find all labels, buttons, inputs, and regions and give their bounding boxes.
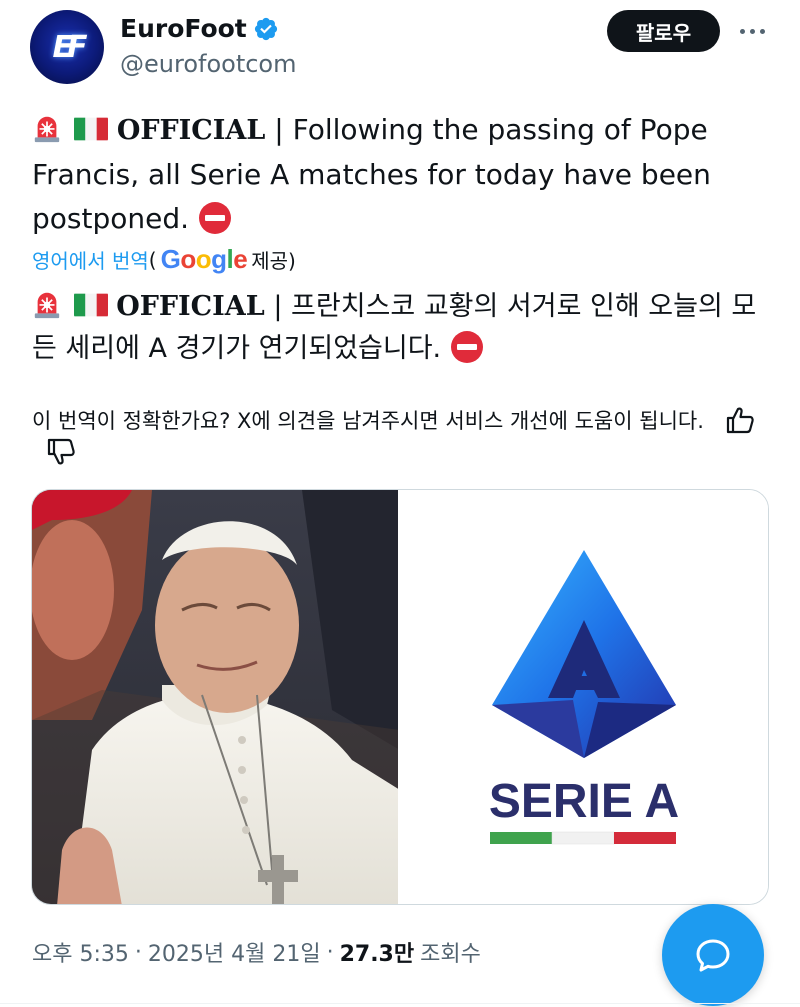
more-dots-icon[interactable] bbox=[732, 18, 772, 44]
display-name[interactable]: EuroFoot bbox=[120, 14, 247, 43]
views-count[interactable]: 27.3만 bbox=[340, 936, 415, 968]
italy-flag-icon bbox=[73, 293, 108, 317]
siren-icon bbox=[34, 116, 60, 143]
official-tag: OFFICIAL bbox=[116, 115, 266, 146]
avatar[interactable]: EF bbox=[30, 10, 104, 84]
provided-by-label: 제공) bbox=[251, 249, 296, 273]
date[interactable]: 2025년 4월 21일 bbox=[148, 936, 321, 968]
name-row: EuroFoot bbox=[120, 14, 279, 43]
avatar-logo: EF bbox=[52, 29, 88, 65]
separator: | bbox=[274, 113, 284, 146]
translation-attribution: 영어에서 번역 ( Google 제공) bbox=[32, 244, 296, 275]
pope-photo-illustration bbox=[32, 490, 398, 904]
divider bbox=[0, 1003, 800, 1004]
thumbs-down-icon[interactable] bbox=[46, 438, 76, 466]
tweet-header: EF EuroFoot @eurofootcom 팔로우 bbox=[30, 8, 775, 88]
tweet-meta: 오후 5:35 · 2025년 4월 21일 · 27.3만 조회수 bbox=[32, 936, 481, 968]
views-label: 조회수 bbox=[420, 942, 481, 967]
pope-photo bbox=[32, 490, 398, 904]
time[interactable]: 오후 5:35 bbox=[32, 936, 129, 968]
official-tag: OFFICIAL bbox=[116, 291, 265, 322]
reply-bubble-icon bbox=[696, 939, 730, 972]
translation-feedback: 이 번역이 정확한가요? X에 의견을 남겨주시면 서비스 개선에 도움이 됩니… bbox=[32, 405, 762, 469]
italy-flag-icon bbox=[73, 117, 108, 141]
tweet-text: OFFICIAL | Following the passing of Pope… bbox=[32, 108, 762, 241]
meta-dot: · bbox=[134, 939, 142, 965]
feedback-question: 이 번역이 정확한가요? X에 의견을 남겨주시면 서비스 개선에 도움이 됩니… bbox=[32, 409, 704, 433]
translated-from-link[interactable]: 영어에서 번역 bbox=[32, 245, 149, 274]
serie-a-logo: SERIE A bbox=[489, 550, 679, 845]
serie-a-logo-panel: SERIE A bbox=[398, 490, 768, 904]
separator: | bbox=[273, 291, 283, 322]
translated-text: OFFICIAL | 프란치스코 교황의 서거로 인해 오늘의 모든 세리에 A… bbox=[32, 286, 767, 370]
open-paren: ( bbox=[148, 247, 157, 272]
media-image[interactable]: SERIE A bbox=[31, 489, 769, 905]
siren-icon bbox=[34, 292, 60, 319]
no-entry-icon bbox=[450, 331, 483, 363]
compose-reply-button[interactable] bbox=[662, 904, 764, 1006]
google-logo: Google bbox=[160, 244, 248, 274]
meta-dot: · bbox=[326, 939, 334, 965]
no-entry-icon bbox=[198, 202, 231, 234]
verified-badge-icon bbox=[254, 17, 277, 40]
handle[interactable]: @eurofootcom bbox=[120, 50, 296, 78]
serie-a-logo-text: SERIE A bbox=[489, 775, 679, 828]
follow-button[interactable]: 팔로우 bbox=[607, 10, 720, 52]
thumbs-up-icon[interactable] bbox=[725, 406, 755, 434]
